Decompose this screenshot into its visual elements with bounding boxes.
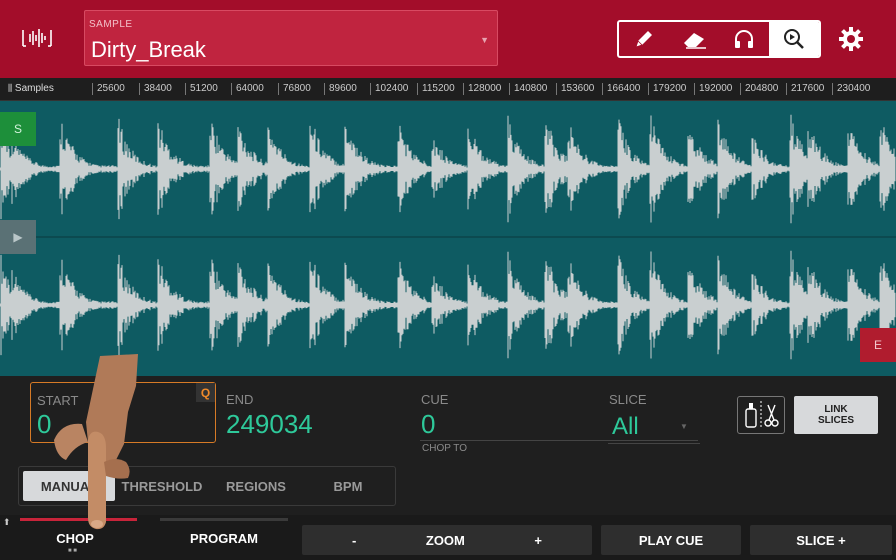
link-slices-button[interactable]: LINK SLICES [794, 396, 878, 434]
eraser-icon [684, 33, 706, 49]
glue-scissors-icon [745, 401, 779, 429]
ruler-tick: 179200 [648, 83, 686, 95]
ruler-tick: 192000 [694, 83, 732, 95]
quantize-badge[interactable]: Q [196, 383, 215, 402]
sample-selector[interactable]: SAMPLE Dirty_Break ▼ [84, 10, 498, 66]
pencil-icon [635, 31, 652, 48]
slice-plus-button[interactable]: SLICE + [750, 525, 892, 555]
end-marker[interactable]: E [860, 328, 896, 362]
ruler-units-label: ⫼ Samples [8, 83, 54, 94]
chevron-down-icon: ▼ [480, 35, 489, 45]
ruler-tick: 140800 [509, 83, 547, 95]
pointing-hand-overlay [54, 354, 138, 530]
mode-tab-bpm[interactable]: BPM [305, 471, 391, 501]
ruler-tick: 217600 [786, 83, 824, 95]
end-label: END [226, 392, 254, 407]
waveform-display[interactable] [0, 101, 896, 376]
ruler-tick: 51200 [185, 83, 218, 95]
zoom-play-tool-button[interactable] [769, 22, 819, 56]
tab-program[interactable]: PROGRAM [160, 531, 288, 546]
ruler-tick: 128000 [463, 83, 501, 95]
gear-icon [839, 27, 863, 51]
cue-label: CUE [421, 392, 449, 407]
tab-chop[interactable]: CHOP [20, 531, 130, 546]
zoom-label: ZOOM [425, 532, 465, 548]
pencil-tool-button[interactable] [619, 22, 669, 56]
edit-tool-group [617, 20, 821, 58]
top-bar: SAMPLE Dirty_Break ▼ [0, 0, 896, 78]
zoom-in-button[interactable]: + [534, 533, 542, 548]
page-dots-indicator: ■ ■ [68, 548, 77, 554]
ruler-tick: 153600 [556, 83, 594, 95]
mode-tab-regions[interactable]: REGIONS [213, 471, 299, 501]
ruler-tick: 38400 [139, 83, 172, 95]
slice-label: SLICE [609, 392, 647, 407]
ruler-tick: 76800 [278, 83, 311, 95]
waveform-graphic [0, 114, 896, 360]
ruler-tick: 204800 [740, 83, 778, 95]
chop-to-label: CHOP TO [422, 443, 468, 454]
waveform-small-icon: ⫼ [8, 83, 13, 93]
play-icon: ▶ [13, 230, 23, 244]
divider [608, 443, 700, 444]
sample-ruler[interactable]: ⫼ Samples 25600 38400 51200 64000 76800 … [0, 78, 896, 101]
tab-indicator [160, 518, 288, 521]
slice-select[interactable]: All [612, 413, 639, 441]
ruler-tick: 115200 [417, 83, 455, 95]
sample-label: SAMPLE [89, 19, 133, 30]
play-cue-button[interactable]: PLAY CUE [601, 525, 741, 555]
headphones-icon [735, 30, 753, 48]
zoom-icon [784, 29, 804, 49]
divider [420, 440, 698, 441]
play-marker[interactable]: ▶ [0, 220, 36, 254]
ruler-tick: 230400 [832, 83, 870, 95]
zoom-out-button[interactable]: - [352, 533, 356, 548]
expand-arrow-icon[interactable]: ⬆ [3, 517, 11, 528]
end-value-field[interactable]: 249034 [226, 409, 313, 440]
start-marker[interactable]: S [0, 112, 36, 146]
ruler-tick: 102400 [370, 83, 408, 95]
ruler-tick: 166400 [602, 83, 640, 95]
zoom-control: - ZOOM + [302, 525, 592, 555]
ruler-tick: 64000 [231, 83, 264, 95]
headphones-tool-button[interactable] [719, 22, 769, 56]
eraser-tool-button[interactable] [669, 22, 719, 56]
settings-button[interactable] [834, 22, 868, 56]
cue-value-field[interactable]: 0 [421, 409, 435, 440]
waveform-logo-icon[interactable] [20, 24, 54, 52]
sample-name: Dirty_Break [91, 37, 206, 62]
ruler-tick: 89600 [324, 83, 357, 95]
ruler-tick: 25600 [92, 83, 125, 95]
glue-scissors-button[interactable] [737, 396, 785, 434]
chevron-down-icon: ▼ [680, 422, 688, 431]
